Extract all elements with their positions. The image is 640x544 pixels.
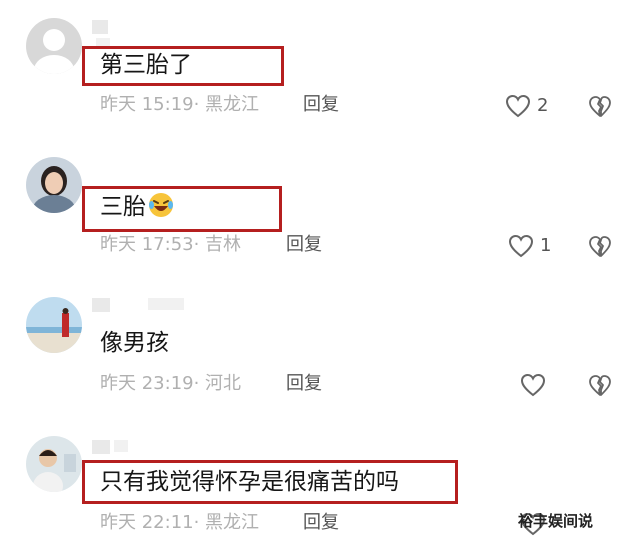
nickname-placeholder xyxy=(114,440,128,452)
default-avatar-icon xyxy=(26,18,82,74)
avatar[interactable] xyxy=(26,297,82,353)
like-heart-icon xyxy=(508,234,534,258)
nickname-placeholder xyxy=(92,20,108,34)
nickname-placeholder xyxy=(92,440,110,454)
avatar[interactable] xyxy=(26,157,82,213)
like-heart-icon xyxy=(520,373,546,397)
like-heart-icon xyxy=(505,94,531,118)
watermark: 裕丰娱间说 xyxy=(518,512,594,530)
like-button[interactable]: 1 xyxy=(508,234,551,258)
avatar[interactable] xyxy=(26,18,82,74)
like-count: 2 xyxy=(537,95,549,116)
like-button[interactable] xyxy=(520,373,546,397)
dislike-broken-heart-icon xyxy=(589,96,611,117)
nickname-placeholder xyxy=(92,298,110,312)
reply-button[interactable]: 回复 xyxy=(303,512,339,534)
dislike-button[interactable] xyxy=(588,374,612,398)
comment-text: 三胎 xyxy=(100,192,174,222)
comment-meta: 昨天 17:53· 吉林 xyxy=(100,234,242,255)
avatar[interactable] xyxy=(26,436,82,492)
comment-meta: 昨天 15:19· 黑龙江 xyxy=(100,94,260,115)
comment-text: 只有我觉得怀孕是很痛苦的吗 xyxy=(100,469,399,495)
comment-text-content: 三胎 xyxy=(100,194,146,220)
comment-text: 第三胎了 xyxy=(100,52,192,78)
reply-button[interactable]: 回复 xyxy=(286,373,322,395)
laughing-crying-emoji-icon xyxy=(149,193,173,217)
nickname-placeholder xyxy=(148,298,184,310)
user-photo-avatar xyxy=(26,436,82,492)
dislike-broken-heart-icon xyxy=(589,236,611,257)
comment-text: 像男孩 xyxy=(100,330,169,356)
reply-button[interactable]: 回复 xyxy=(303,94,339,116)
dislike-broken-heart-icon xyxy=(589,375,611,396)
like-count: 1 xyxy=(540,235,552,256)
like-button[interactable]: 2 xyxy=(505,94,548,118)
dislike-button[interactable] xyxy=(588,235,612,259)
reply-button[interactable]: 回复 xyxy=(286,234,322,256)
user-photo-avatar xyxy=(26,297,82,353)
user-photo-avatar xyxy=(26,157,82,213)
comment-meta: 昨天 23:19· 河北 xyxy=(100,373,242,394)
comment-meta: 昨天 22:11· 黑龙江 xyxy=(100,512,260,533)
dislike-button[interactable] xyxy=(588,95,612,119)
